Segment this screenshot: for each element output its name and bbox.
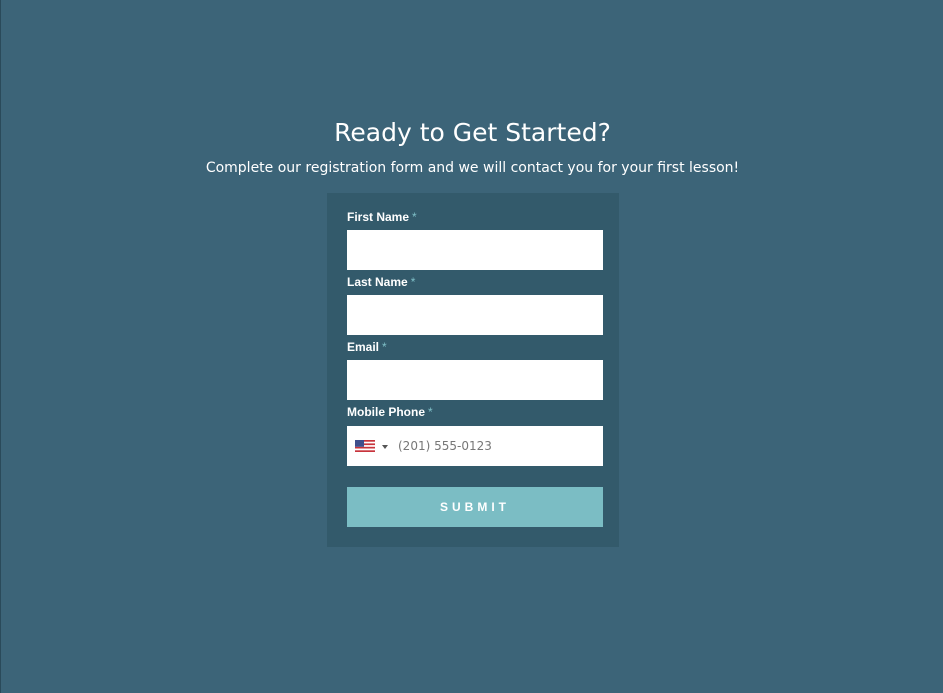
mobile-phone-input[interactable]	[395, 426, 605, 466]
last-name-label: Last Name *	[347, 275, 415, 289]
required-marker: *	[428, 405, 433, 419]
required-marker: *	[412, 210, 417, 224]
submit-button[interactable]: SUBMIT	[347, 487, 603, 527]
page-title: Ready to Get Started?	[334, 118, 611, 147]
first-name-label-text: First Name	[347, 210, 410, 224]
required-marker: *	[410, 275, 416, 289]
us-flag-icon	[355, 440, 375, 452]
first-name-label: First Name *	[347, 210, 417, 224]
last-name-label-text: Last Name	[347, 275, 408, 289]
mobile-phone-label-text: Mobile Phone	[347, 405, 425, 419]
required-marker: *	[382, 340, 387, 354]
chevron-down-icon	[382, 445, 388, 449]
email-input[interactable]	[347, 360, 603, 400]
registration-form: First Name * Last Name * Email * Mobile Pho…	[327, 193, 619, 547]
last-name-input[interactable]	[347, 295, 603, 335]
email-label-text: Email	[347, 340, 380, 354]
mobile-phone-field	[347, 426, 605, 466]
page-subtitle: Complete our registration form and we wi…	[205, 160, 740, 176]
first-name-input[interactable]	[347, 230, 603, 270]
country-code-dropdown[interactable]	[347, 426, 393, 466]
email-label: Email *	[347, 340, 387, 354]
mobile-phone-label: Mobile Phone *	[347, 405, 433, 419]
